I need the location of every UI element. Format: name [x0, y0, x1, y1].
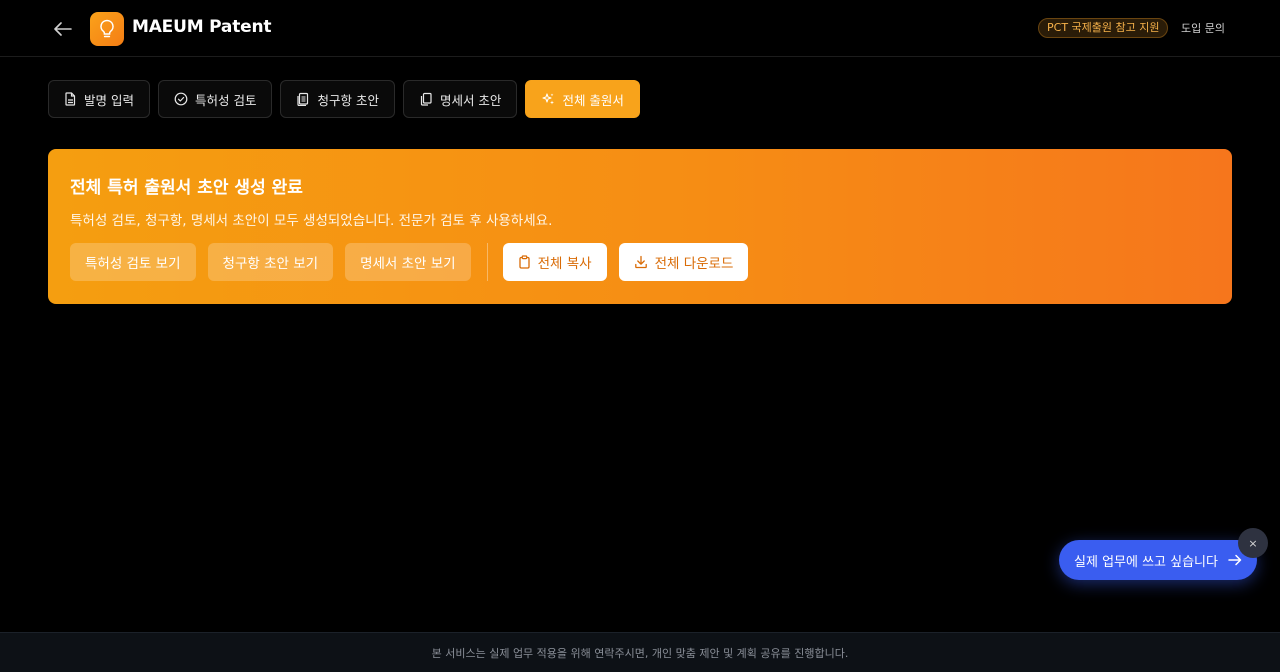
card-actions: 특허성 검토 보기 청구항 초안 보기 명세서 초안 보기 전체 복사 전체 다…: [70, 243, 1210, 281]
back-button[interactable]: [50, 16, 76, 42]
inquiry-link[interactable]: 도입 문의: [1181, 20, 1225, 36]
tab-label: 청구항 초안: [317, 92, 379, 108]
top-header: MAEUM Patent PCT 국제출원 참고 지원 도입 문의: [0, 0, 1280, 57]
tab-claims-draft[interactable]: 청구항 초안: [280, 80, 395, 118]
brand-name: MAEUM Patent: [132, 17, 272, 37]
copy-all-button[interactable]: 전체 복사: [502, 243, 607, 281]
download-all-label: 전체 다운로드: [654, 256, 734, 272]
generation-complete-card: 전체 특허 출원서 초안 생성 완료 특허성 검토, 청구항, 명세서 초안이 …: [48, 149, 1232, 304]
tab-specification-draft[interactable]: 명세서 초안: [402, 80, 518, 118]
arrow-right-icon: [1228, 554, 1242, 566]
arrow-left-icon: [54, 22, 72, 36]
logo: [90, 12, 124, 46]
divider: [486, 243, 488, 281]
card-title: 전체 특허 출원서 초안 생성 완료: [70, 178, 303, 198]
cta-label: 실제 업무에 쓰고 싶습니다: [1074, 554, 1218, 570]
view-specification-button[interactable]: 명세서 초안 보기: [345, 243, 471, 281]
download-icon: [634, 255, 647, 269]
tab-label: 특허성 검토: [194, 92, 257, 108]
sparkles-icon: [542, 93, 555, 105]
view-patentability-button[interactable]: 특허성 검토 보기: [70, 243, 196, 281]
tab-label: 발명 입력: [84, 92, 134, 108]
check-circle-icon: [174, 92, 188, 106]
close-icon: ×: [1248, 536, 1258, 550]
pct-support-badge: PCT 국제출원 참고 지원: [1038, 18, 1169, 38]
lightbulb-icon: [100, 19, 114, 38]
tab-invention-input[interactable]: 발명 입력: [48, 80, 150, 118]
tab-full-application[interactable]: 전체 출원서: [525, 80, 640, 118]
card-description: 특허성 검토, 청구항, 명세서 초안이 모두 생성되었습니다. 전문가 검토 …: [70, 213, 553, 229]
cta-close-button[interactable]: ×: [1238, 528, 1268, 558]
view-claims-button[interactable]: 청구항 초안 보기: [207, 243, 334, 281]
document-icon: [65, 92, 76, 106]
tab-patentability-review[interactable]: 특허성 검토: [157, 80, 273, 118]
contact-cta-button[interactable]: 실제 업무에 쓰고 싶습니다: [1059, 540, 1257, 580]
clipboard-icon: [518, 255, 530, 269]
footer-notice: 본 서비스는 실제 업무 적용을 위해 연락주시면, 개인 맞춤 제안 및 계획…: [0, 632, 1280, 672]
copy-documents-icon: [420, 92, 432, 106]
app-root: MAEUM Patent PCT 국제출원 참고 지원 도입 문의 발명 입력 …: [0, 0, 1280, 672]
step-tabs: 발명 입력 특허성 검토 청구항 초안 명세서 초안 전체 출원서: [48, 80, 640, 118]
copy-all-label: 전체 복사: [537, 256, 592, 272]
tab-label: 명세서 초안: [439, 92, 502, 108]
clipboard-list-icon: [297, 92, 309, 106]
download-all-button[interactable]: 전체 다운로드: [618, 243, 749, 281]
tab-label: 전체 출원서: [562, 92, 624, 108]
